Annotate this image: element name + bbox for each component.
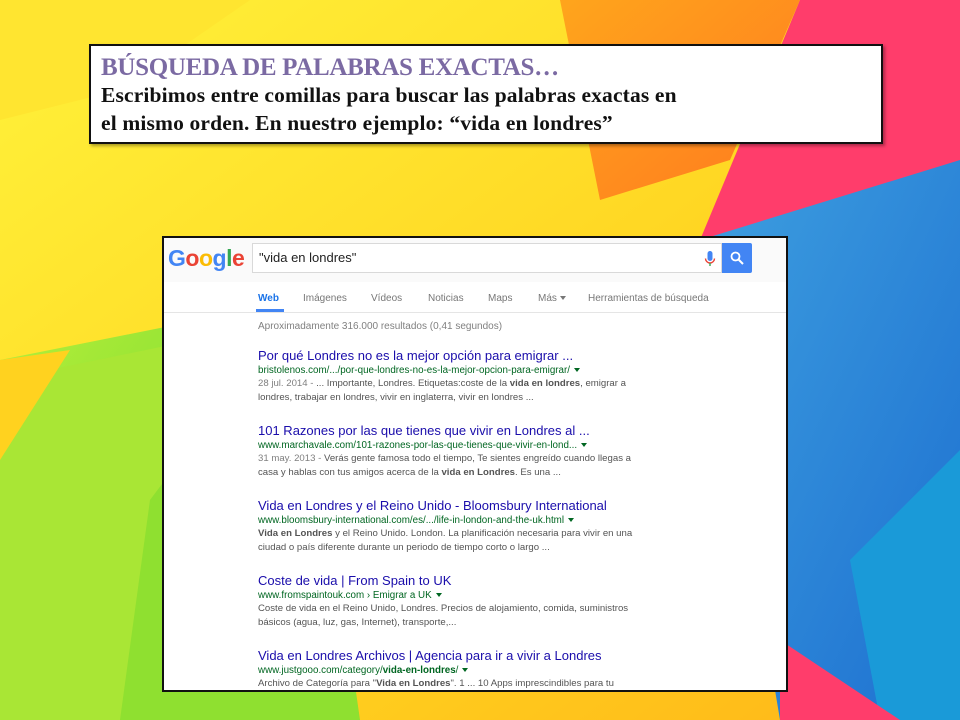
result-snippet: 31 may. 2013 - Verás gente famosa todo e… — [258, 452, 778, 466]
search-result: Vida en Londres y el Reino Unido - Bloom… — [258, 498, 778, 554]
url-dropdown-icon[interactable] — [574, 368, 580, 373]
result-snippet: casa y hablas con tus amigos acerca de l… — [258, 466, 778, 480]
result-url-text: www.marchavale.com/101-razones-por-las-q… — [258, 440, 578, 451]
snippet-highlight: vida en londres — [509, 378, 581, 389]
logo-letter: G — [168, 245, 186, 271]
search-result: Por qué Londres no es la mejor opción pa… — [258, 348, 778, 404]
tab-more[interactable]: Más — [538, 293, 566, 304]
search-button[interactable] — [722, 243, 752, 273]
result-url-text: www.fromspaintouk.com › Emigrar a UK — [258, 590, 432, 601]
result-title-link[interactable]: 101 Razones por las que tienes que vivir… — [258, 423, 778, 439]
url-dropdown-icon[interactable] — [435, 593, 442, 598]
result-title-link[interactable]: Coste de vida | From Spain to UK — [258, 573, 778, 589]
snippet-text: Archivo de Categoría para " — [258, 678, 377, 689]
result-snippet: 28 jul. 2014 - ... Importante, Londres. … — [258, 377, 778, 391]
result-url-text: www.justgooo.com/category/ — [258, 665, 383, 676]
logo-letter: o — [185, 245, 199, 271]
google-header: Google "vida en londres" — [164, 238, 786, 282]
snippet-highlight: Vida en Londres — [258, 528, 333, 539]
search-icon — [730, 251, 744, 265]
result-url: bristolenos.com/.../por-que-londres-no-e… — [258, 364, 778, 377]
search-tabs: Web Imágenes Vídeos Noticias Maps Más He… — [164, 282, 786, 313]
logo-letter: e — [231, 245, 245, 271]
url-dropdown-icon[interactable] — [568, 518, 575, 523]
search-box[interactable]: "vida en londres" — [252, 243, 722, 273]
result-title-link[interactable]: Vida en Londres Archivos | Agencia para … — [258, 648, 778, 664]
result-snippet: Vida en Londres y el Reino Unido. London… — [258, 527, 778, 541]
snippet-highlight: vida en Londres — [441, 466, 516, 478]
result-snippet: ciudad o país diferente durante un perio… — [258, 541, 550, 553]
chevron-down-icon — [559, 296, 566, 301]
search-input[interactable]: "vida en londres" — [259, 250, 356, 265]
tab-search-tools[interactable]: Herramientas de búsqueda — [588, 293, 709, 304]
logo-letter: o — [198, 245, 213, 271]
result-url: www.bloomsbury-international.com/es/.../… — [258, 514, 778, 527]
tab-maps[interactable]: Maps — [488, 293, 512, 304]
tab-images[interactable]: Imágenes — [303, 293, 347, 304]
result-url: www.marchavale.com/101-razones-por-las-q… — [258, 439, 778, 452]
result-url-highlight: vida-en-londres — [382, 665, 456, 676]
snippet-text: ... Importante, Londres. Etiquetas:coste… — [313, 378, 510, 389]
snippet-text: Verás gente famosa todo el tiempo, Te si… — [321, 453, 631, 464]
result-title-link[interactable]: Vida en Londres y el Reino Unido - Bloom… — [258, 498, 778, 514]
snippet-text: , emigrar a — [580, 378, 626, 389]
slide-body-line-1: Escribimos entre comillas para buscar la… — [101, 83, 677, 107]
tab-web[interactable]: Web — [258, 293, 279, 304]
result-url-text: www.bloomsbury-international.com/es/.../… — [258, 515, 565, 526]
url-dropdown-icon[interactable] — [462, 668, 469, 673]
result-url: www.justgooo.com/category/vida-en-londre… — [258, 664, 778, 677]
result-stats: Aproximadamente 316.000 resultados (0,41… — [258, 321, 503, 332]
url-dropdown-icon[interactable] — [581, 443, 588, 448]
slide-title: BÚSQUEDA DE PALABRAS EXACTAS… — [101, 54, 559, 81]
microphone-icon[interactable] — [703, 250, 717, 268]
search-result: Vida en Londres Archivos | Agencia para … — [258, 648, 778, 690]
result-snippet: Archivo de Categoría para "Vida en Londr… — [258, 677, 778, 690]
snippet-text: . Es una ... — [515, 466, 561, 478]
search-result: Coste de vida | From Spain to UK www.fro… — [258, 573, 778, 629]
instruction-box: BÚSQUEDA DE PALABRAS EXACTAS… Escribimos… — [89, 44, 883, 144]
tab-more-label: Más — [538, 293, 557, 304]
google-search-screenshot: Google "vida en londres" Web Imágenes Ví… — [162, 236, 788, 692]
result-snippet: londres, trabajar en londres, vivir en i… — [258, 391, 534, 403]
result-date: 28 jul. 2014 - — [258, 378, 314, 389]
snippet-highlight: Vida en Londres — [376, 678, 451, 689]
logo-letter: g — [212, 245, 227, 271]
result-title-link[interactable]: Por qué Londres no es la mejor opción pa… — [258, 348, 778, 364]
tab-videos[interactable]: Vídeos — [371, 293, 402, 304]
result-snippet: Coste de vida en el Reino Unido, Londres… — [258, 603, 629, 614]
slide-body-line-2: el mismo orden. En nuestro ejemplo: “vid… — [101, 111, 613, 135]
snippet-text: ". 1 ... 10 Apps imprescindibles para tu — [450, 678, 614, 689]
result-date: 31 may. 2013 - — [258, 453, 322, 464]
tab-news[interactable]: Noticias — [428, 293, 464, 304]
snippet-text: casa y hablas con tus amigos acerca de l… — [258, 466, 442, 478]
result-url-text: / — [455, 665, 459, 676]
result-snippet: básicos (agua, luz, gas, Internet), tran… — [258, 616, 457, 628]
snippet-text: y el Reino Unido. London. La planificaci… — [332, 528, 633, 539]
search-result: 101 Razones por las que tienes que vivir… — [258, 423, 778, 479]
result-url-text: bristolenos.com/.../por-que-londres-no-e… — [258, 365, 570, 376]
active-tab-indicator — [256, 309, 284, 312]
result-url: www.fromspaintouk.com › Emigrar a UK — [258, 589, 778, 602]
google-logo[interactable]: Google — [168, 245, 245, 272]
